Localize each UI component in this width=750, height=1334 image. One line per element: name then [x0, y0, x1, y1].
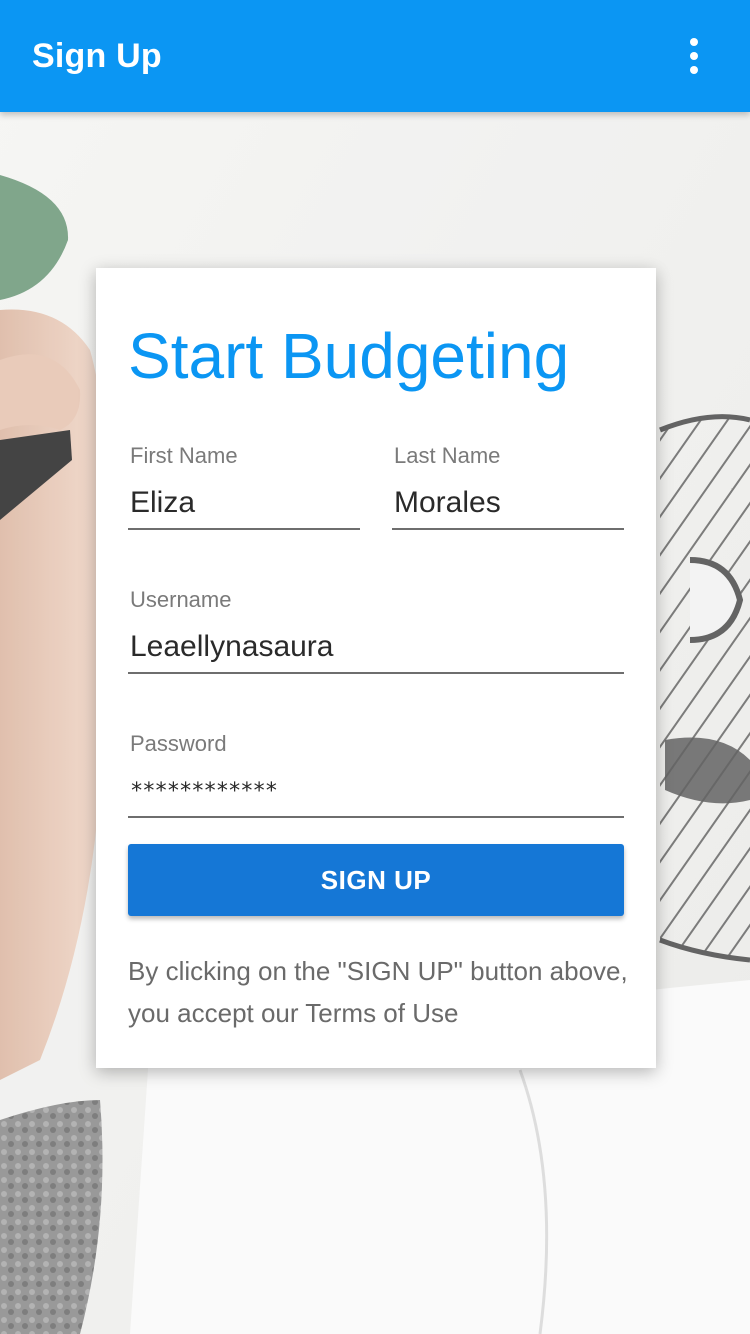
- last-name-field: Last Name: [392, 442, 624, 534]
- last-name-label: Last Name: [394, 443, 501, 468]
- password-field: Password: [128, 730, 624, 822]
- first-name-field: First Name: [128, 442, 360, 534]
- more-vert-icon[interactable]: [670, 28, 718, 84]
- username-field: Username: [128, 586, 624, 678]
- card-title: Start Budgeting: [128, 320, 570, 392]
- app-bar-title: Sign Up: [32, 37, 162, 75]
- menu-dot: [690, 66, 698, 74]
- password-label: Password: [130, 731, 227, 756]
- terms-text: By clicking on the "SIGN UP" button abov…: [128, 956, 628, 1028]
- signup-screen: Sign Up Start Budgeting First Name Last …: [0, 0, 750, 1334]
- username-label: Username: [130, 587, 232, 612]
- signup-button[interactable]: SIGN UP: [128, 844, 624, 916]
- password-input[interactable]: [128, 766, 624, 818]
- app-bar: Sign Up: [0, 0, 750, 112]
- last-name-input[interactable]: [392, 478, 624, 530]
- first-name-label: First Name: [130, 443, 238, 468]
- menu-dot: [690, 52, 698, 60]
- first-name-input[interactable]: [128, 478, 360, 530]
- username-input[interactable]: [128, 622, 624, 674]
- signup-card: Start Budgeting First Name Last Name Use…: [96, 268, 656, 1068]
- menu-dot: [690, 38, 698, 46]
